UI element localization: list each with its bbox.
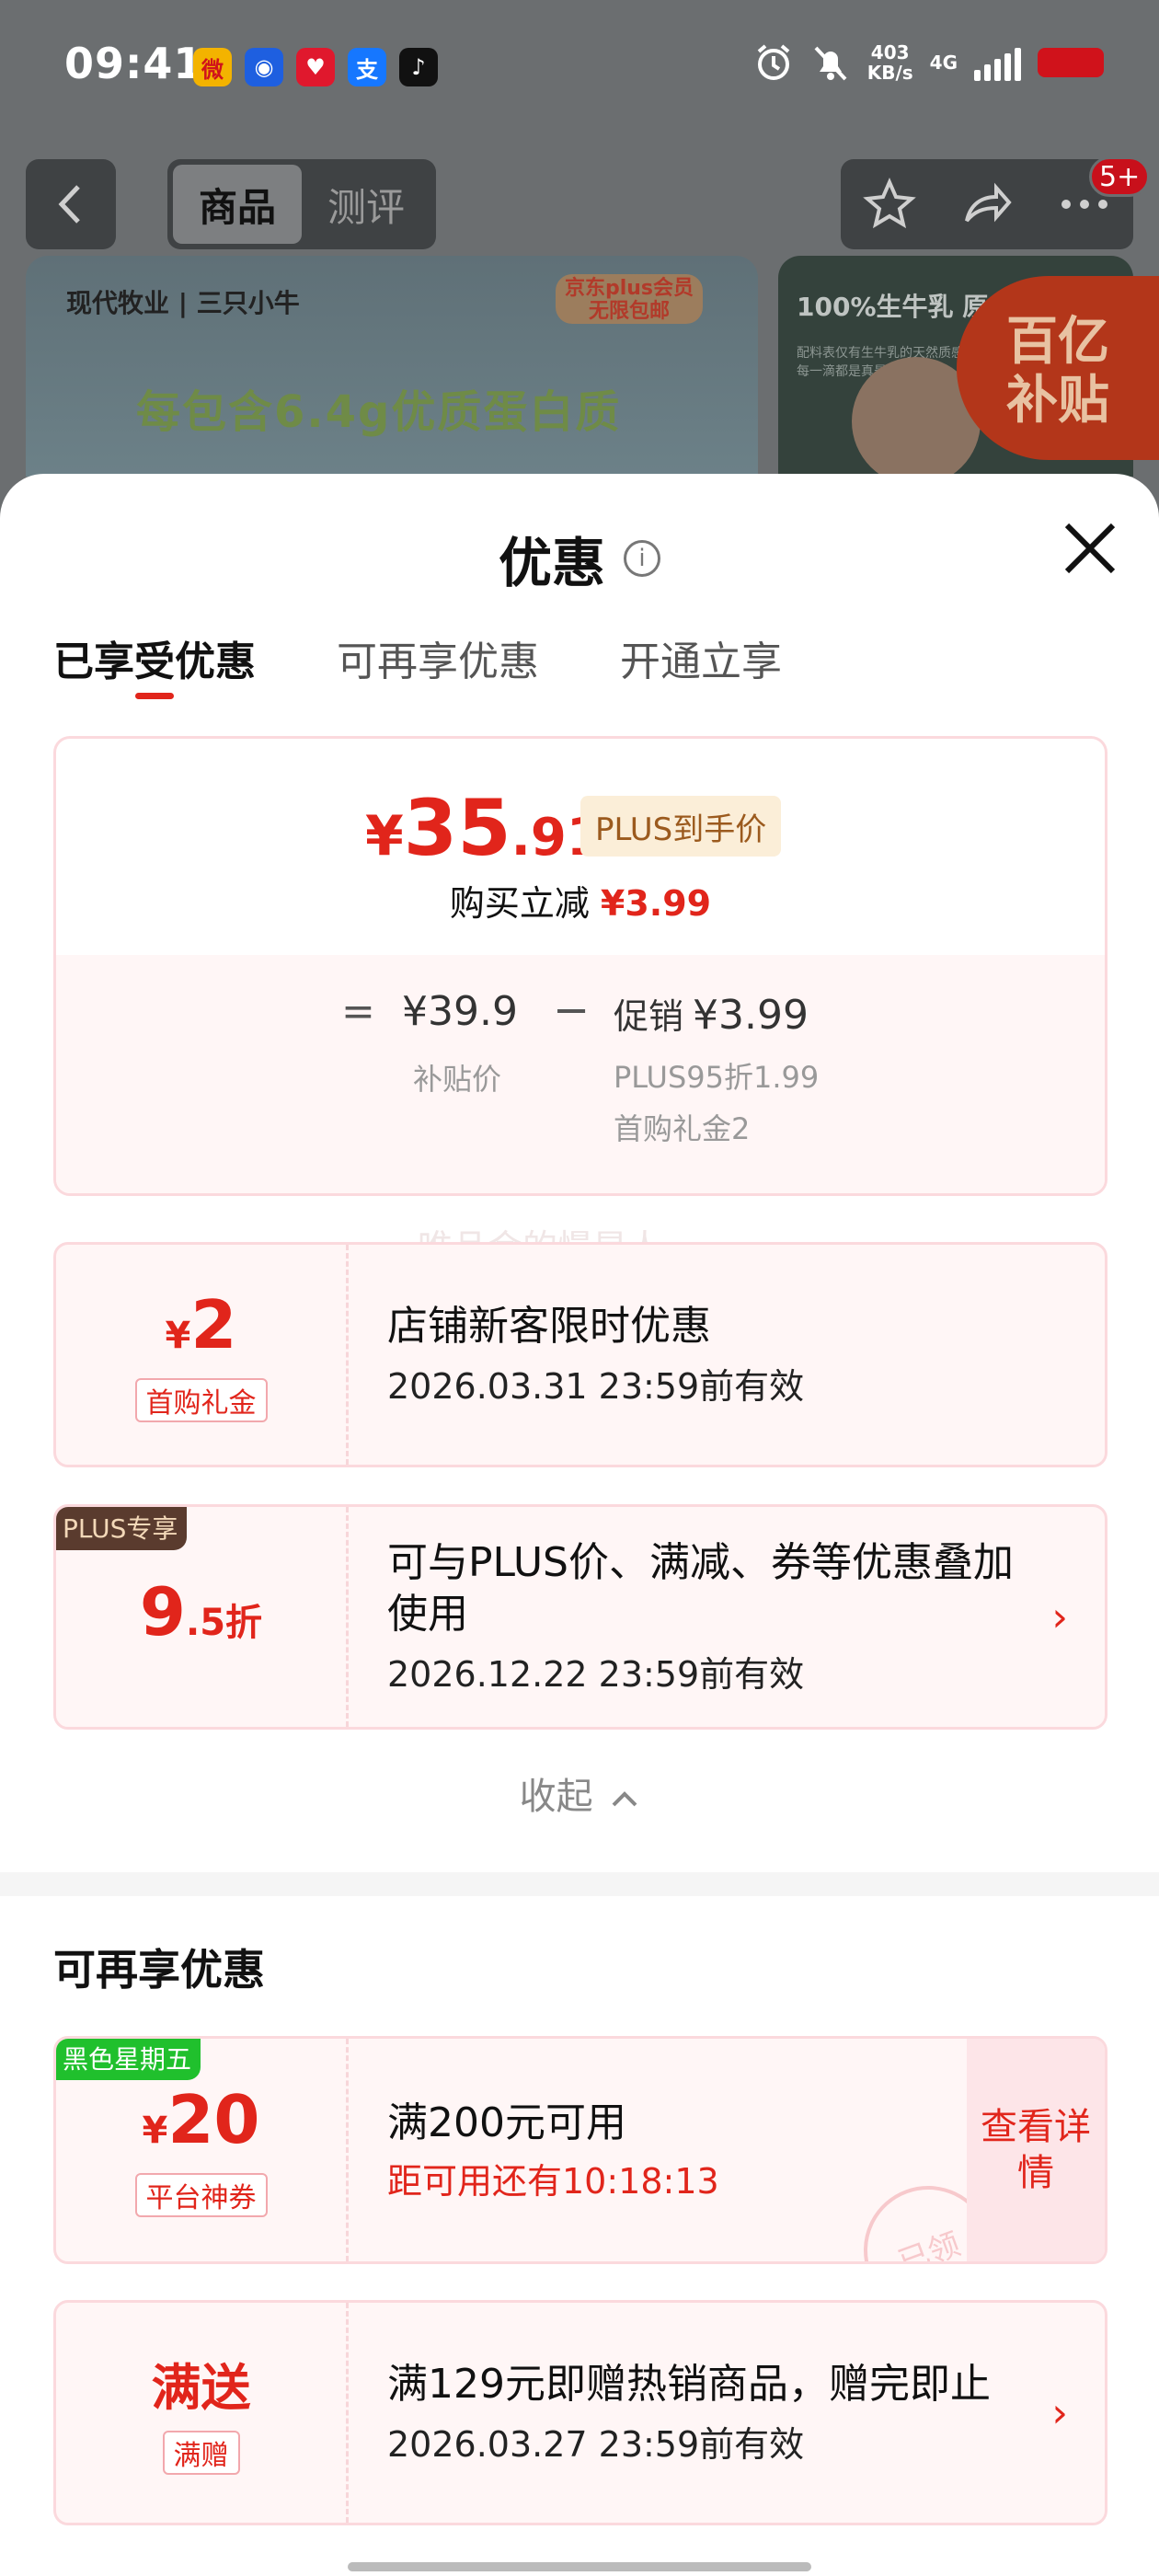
message-badge: 5+ [1089, 156, 1151, 197]
minus-sign: − [553, 984, 591, 1036]
clock: 09:41 [64, 39, 204, 88]
coupon-card[interactable]: PLUS专享 9.5折 可与PLUS价、满减、券等优惠叠加使用 2026.12.… [53, 1504, 1107, 1730]
coupon-title: 满200元可用 [387, 2099, 626, 2146]
network-type: 4G [929, 52, 958, 74]
discount-sheet: 优惠 i 已享受优惠 可再享优惠 开通立享 ¥35.91 PLUS到手价 购买立… [0, 474, 1159, 2576]
close-icon[interactable] [1049, 507, 1131, 590]
plus-price-tag: PLUS到手价 [580, 796, 782, 857]
section-divider [0, 1872, 1159, 1896]
coupon-amount: 9.5折 [139, 1572, 263, 1650]
alarm-icon [757, 44, 790, 80]
coupon-type-tag: 平台神券 [134, 2173, 268, 2217]
price-summary-card: ¥35.91 PLUS到手价 购买立减 ¥3.99 = ¥39.9 补贴价 − 促… [53, 736, 1107, 1196]
status-bar: 09:41 微 ◉ ♥ 支 ♪ 403 KB/s 4G [0, 0, 1159, 138]
info-icon[interactable]: i [624, 540, 660, 577]
brand-logo: 现代牧业 | 三只小牛 [66, 288, 300, 318]
more-discounts-title: 可再享优惠 [53, 1945, 265, 1995]
coupon-title: 可与PLUS价、满减、券等优惠叠加使用 [387, 1539, 1014, 1638]
coupon-type-tag: 首购礼金 [134, 1377, 268, 1422]
coupon-title: 店铺新客限时优惠 [387, 1303, 711, 1350]
promo-detail: PLUS95折1.99 [614, 1060, 820, 1095]
notification-icons: 微 ◉ ♥ 支 ♪ [193, 48, 438, 86]
equals-sign: = [341, 988, 375, 1035]
coupon-expiry: 2026.12.22 23:59前有效 [387, 1654, 805, 1695]
coupon-expiry: 2026.03.31 23:59前有效 [387, 1366, 805, 1407]
coupon-amount: ¥20 [142, 2081, 260, 2158]
chevron-left-icon [58, 185, 80, 224]
billion-subsidy-badge[interactable]: 百亿 补贴 [957, 276, 1159, 460]
browser-icon: ◉ [245, 48, 283, 86]
share-icon[interactable] [959, 177, 1015, 232]
coupon-amount: ¥2 [165, 1285, 237, 1363]
more-icon[interactable] [1057, 195, 1112, 213]
weibo-icon: 微 [193, 48, 232, 86]
coupon-card[interactable]: 满送 满赠 满129元即赠热销商品，赠完即止 2026.03.27 23:59前… [53, 2300, 1107, 2525]
coupon-title: 满129元即赠热销商品，赠完即止 [387, 2361, 991, 2408]
star-icon[interactable] [862, 177, 917, 232]
coupon-amount: 满送 [151, 2358, 251, 2417]
product-image-1[interactable]: 现代牧业 | 三只小牛 京东plus会员 无限包邮 每包含6.4g优质蛋白质 [26, 256, 758, 477]
milk-title: 100%生牛乳 原 [797, 292, 989, 322]
mute-bell-icon [814, 46, 847, 81]
chevron-right-icon: › [1051, 2389, 1068, 2436]
coupon-card[interactable]: 黑色星期五 ¥20 平台神券 满200元可用 距可用还有10:18:13 已领 … [53, 2036, 1107, 2264]
sheet-header: 优惠 i [0, 520, 1159, 597]
tab-more-available[interactable]: 可再享优惠 [337, 628, 539, 687]
sheet-title: 优惠 [498, 532, 605, 594]
battery-icon [1038, 48, 1104, 77]
coupon-expiry: 2026.03.27 23:59前有效 [387, 2424, 805, 2465]
view-details-button[interactable]: 查看详情 [967, 2039, 1105, 2261]
final-price: ¥35.91 [365, 783, 602, 873]
discount-tabs: 已享受优惠 可再享优惠 开通立享 [53, 628, 782, 687]
chevron-up-icon [612, 1791, 637, 1807]
coupon-countdown: 距可用还有10:18:13 [387, 2160, 719, 2202]
promo-detail: 首购礼金2 [614, 1111, 751, 1146]
subsidy-price: ¥39.9 [402, 988, 518, 1035]
subsidy-price-label: 补贴价 [413, 1062, 502, 1097]
collapse-button[interactable]: 收起 [0, 1766, 1159, 1820]
instant-reduce: 购买立减 ¥3.99 [449, 883, 712, 924]
plus-shipping-tag: 京东plus会员 无限包邮 [556, 274, 703, 324]
coupon-type-tag: 满赠 [162, 2430, 240, 2475]
tab-review[interactable]: 测评 [302, 165, 430, 244]
promo-amount: 促销 ¥3.99 [614, 992, 809, 1039]
coupon-card[interactable]: ¥2 首购礼金 店铺新客限时优惠 2026.03.31 23:59前有效 [53, 1242, 1107, 1467]
tab-product[interactable]: 商品 [173, 165, 302, 244]
signal-icon [974, 44, 1021, 81]
product-slogan: 每包含6.4g优质蛋白质 [136, 386, 622, 438]
alipay-icon: 支 [348, 48, 386, 86]
tiktok-icon: ♪ [399, 48, 438, 86]
tab-activate[interactable]: 开通立享 [620, 628, 782, 687]
heart-app-icon: ♥ [296, 48, 335, 86]
tab-enjoyed[interactable]: 已享受优惠 [53, 628, 256, 687]
home-indicator[interactable] [348, 2562, 811, 2571]
product-tabs: 商品 测评 [167, 159, 436, 249]
net-speed: 403 KB/s [866, 41, 913, 84]
back-button[interactable] [26, 159, 116, 249]
chevron-right-icon: › [1051, 1593, 1068, 1640]
